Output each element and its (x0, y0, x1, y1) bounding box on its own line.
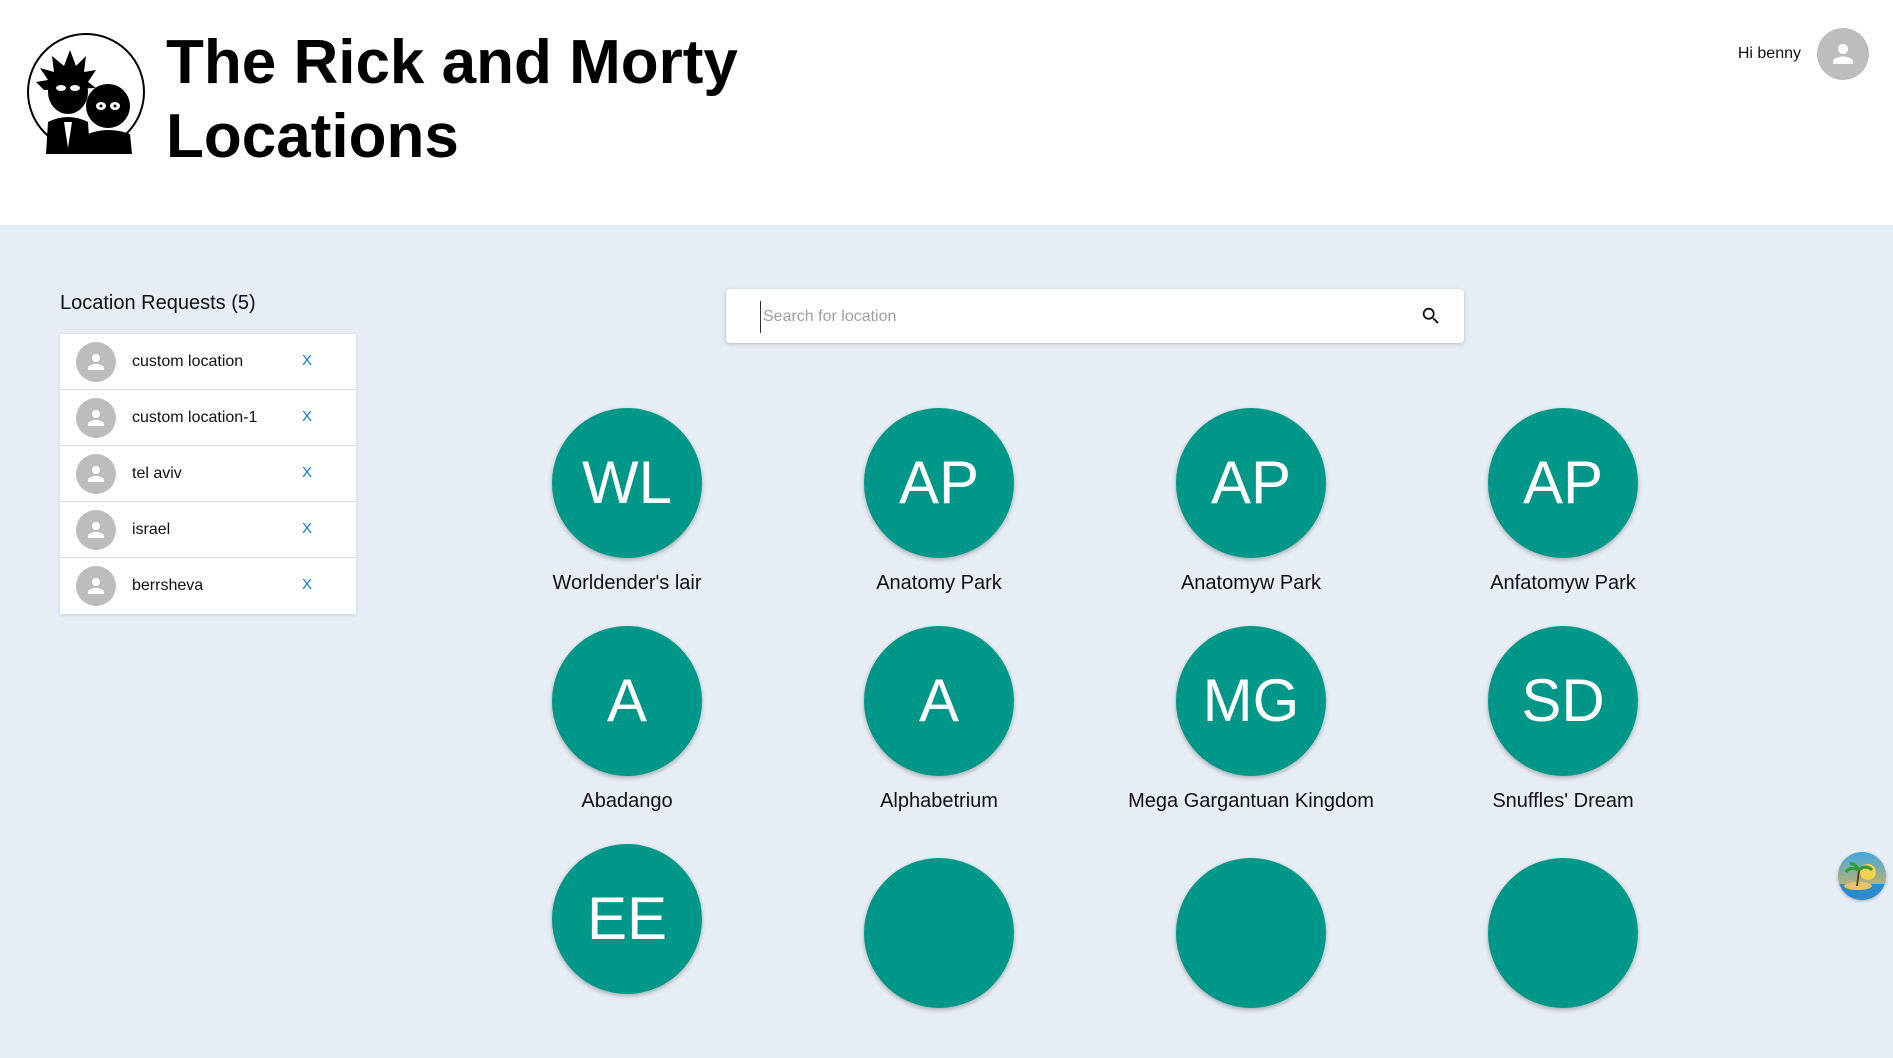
location-requests-panel: Location Requests (5) custom location Xcu… (60, 290, 356, 614)
rick-and-morty-logo (26, 30, 146, 154)
list-item: custom location X (60, 334, 356, 390)
location-card[interactable]: AP Anatomy Park (809, 408, 1069, 608)
location-card[interactable]: A Abadango (497, 626, 757, 826)
location-card[interactable] (1121, 858, 1381, 1058)
search-input[interactable] (760, 301, 1405, 333)
location-name: Worldender's lair (552, 572, 702, 594)
location-card[interactable]: WL Worldender's lair (497, 408, 757, 608)
location-avatar[interactable] (1176, 858, 1326, 1008)
location-card[interactable]: AP Anfatomyw Park (1433, 408, 1693, 608)
account-icon (88, 578, 104, 594)
request-label: custom location (132, 352, 244, 370)
avatar (76, 566, 116, 606)
search-bar (726, 289, 1464, 343)
request-label: custom location-1 (132, 408, 258, 426)
search-button[interactable] (1418, 303, 1444, 329)
avatar (76, 341, 116, 382)
remove-request-button[interactable]: X (302, 352, 312, 369)
request-label: israel (132, 520, 171, 538)
location-name: Anfatomyw Park (1490, 572, 1636, 594)
location-requests-list: custom location Xcustom location-1 Xtel av… (60, 334, 356, 614)
location-card[interactable]: A Alphabetrium (809, 626, 1069, 826)
location-avatar[interactable]: AP (1176, 408, 1326, 558)
list-item: berrsheva X (60, 558, 356, 614)
location-avatar[interactable]: AP (864, 408, 1014, 558)
location-card[interactable]: EE (497, 844, 757, 1044)
account-icon (88, 409, 104, 426)
location-avatar[interactable] (864, 858, 1014, 1008)
location-name: Alphabetrium (880, 790, 998, 812)
page-title: The Rick and Morty Locations (166, 28, 738, 171)
location-card[interactable] (809, 858, 1069, 1058)
location-avatar[interactable]: A (864, 626, 1014, 776)
location-name: Abadango (581, 790, 673, 812)
location-card[interactable]: AP Anatomyw Park (1121, 408, 1381, 608)
location-card[interactable] (1433, 858, 1693, 1058)
island-icon[interactable] (1838, 852, 1886, 900)
avatar (76, 509, 116, 550)
user-avatar[interactable] (1817, 28, 1869, 80)
location-card[interactable]: MG Mega Gargantuan Kingdom (1121, 626, 1381, 826)
location-avatar[interactable]: MG (1176, 626, 1326, 776)
account-icon (88, 521, 104, 538)
remove-request-button[interactable]: X (302, 408, 312, 425)
remove-request-button[interactable]: X (302, 576, 312, 593)
account-icon (88, 465, 104, 482)
location-avatar[interactable]: A (552, 626, 702, 776)
remove-request-button[interactable]: X (302, 520, 312, 537)
list-item: custom location-1 X (60, 390, 356, 446)
user-menu: Hi benny (1738, 28, 1869, 80)
account-icon (88, 353, 104, 370)
app-header: The Rick and Morty Locations Hi benny (0, 0, 1893, 225)
location-name: Anatomyw Park (1180, 572, 1322, 594)
location-avatar[interactable] (1488, 858, 1638, 1008)
list-item: tel aviv X (60, 446, 356, 502)
location-avatar[interactable]: AP (1488, 408, 1638, 558)
location-card[interactable]: SD Snuffles' Dream (1433, 626, 1693, 826)
account-icon (1833, 44, 1853, 64)
request-label: berrsheva (132, 577, 204, 594)
location-avatar[interactable]: EE (552, 844, 702, 994)
location-name: Mega Gargantuan Kingdom (1128, 790, 1374, 812)
location-avatar[interactable]: WL (552, 408, 702, 558)
location-name: Anatomy Park (876, 572, 1002, 594)
remove-request-button[interactable]: X (302, 464, 312, 481)
avatar (76, 453, 116, 494)
avatar (76, 397, 116, 438)
request-label: tel aviv (132, 464, 182, 482)
search-icon (1422, 307, 1439, 324)
location-avatar[interactable]: SD (1488, 626, 1638, 776)
list-item: israel X (60, 502, 356, 558)
location-requests-heading: Location Requests (5) (60, 292, 256, 314)
user-greeting: Hi benny (1737, 45, 1801, 62)
location-name: Snuffles' Dream (1492, 790, 1634, 812)
